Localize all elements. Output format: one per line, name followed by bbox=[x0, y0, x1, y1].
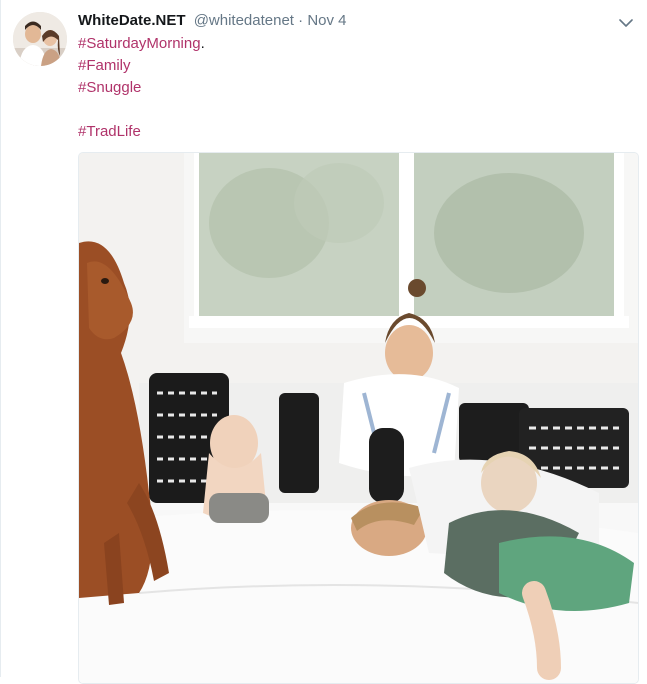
hashtag-link[interactable]: #Snuggle bbox=[78, 79, 141, 96]
hashtag-link[interactable]: #TradLife bbox=[78, 123, 141, 140]
chevron-down-icon bbox=[619, 18, 633, 27]
tweet-line: #TradLife bbox=[78, 121, 618, 143]
tweet-line: #Snuggle bbox=[78, 77, 618, 99]
tweet-line: #SaturdayMorning. bbox=[78, 33, 618, 55]
author-display-name[interactable]: WhiteDate.NET bbox=[78, 12, 186, 29]
hashtag-link[interactable]: #Family bbox=[78, 57, 131, 74]
tweet-date[interactable]: Nov 4 bbox=[307, 12, 346, 29]
timeline-divider bbox=[0, 0, 1, 677]
header-separator: · bbox=[298, 12, 304, 29]
tweet-line: #Family bbox=[78, 55, 618, 77]
tweet-menu-button[interactable] bbox=[615, 12, 637, 34]
author-handle[interactable]: @whitedatenet bbox=[194, 12, 294, 29]
tweet-card[interactable]: WhiteDate.NET @whitedatenet · Nov 4 #Sat… bbox=[0, 0, 647, 684]
hashtag-link[interactable]: #SaturdayMorning bbox=[78, 35, 201, 52]
tweet-photo[interactable] bbox=[78, 152, 639, 684]
avatar[interactable] bbox=[13, 12, 67, 66]
punctuation: . bbox=[200, 35, 205, 52]
tweet-text: #SaturdayMorning. #Family #Snuggle #Trad… bbox=[78, 33, 618, 143]
tweet-header: WhiteDate.NET @whitedatenet · Nov 4 bbox=[78, 11, 347, 31]
